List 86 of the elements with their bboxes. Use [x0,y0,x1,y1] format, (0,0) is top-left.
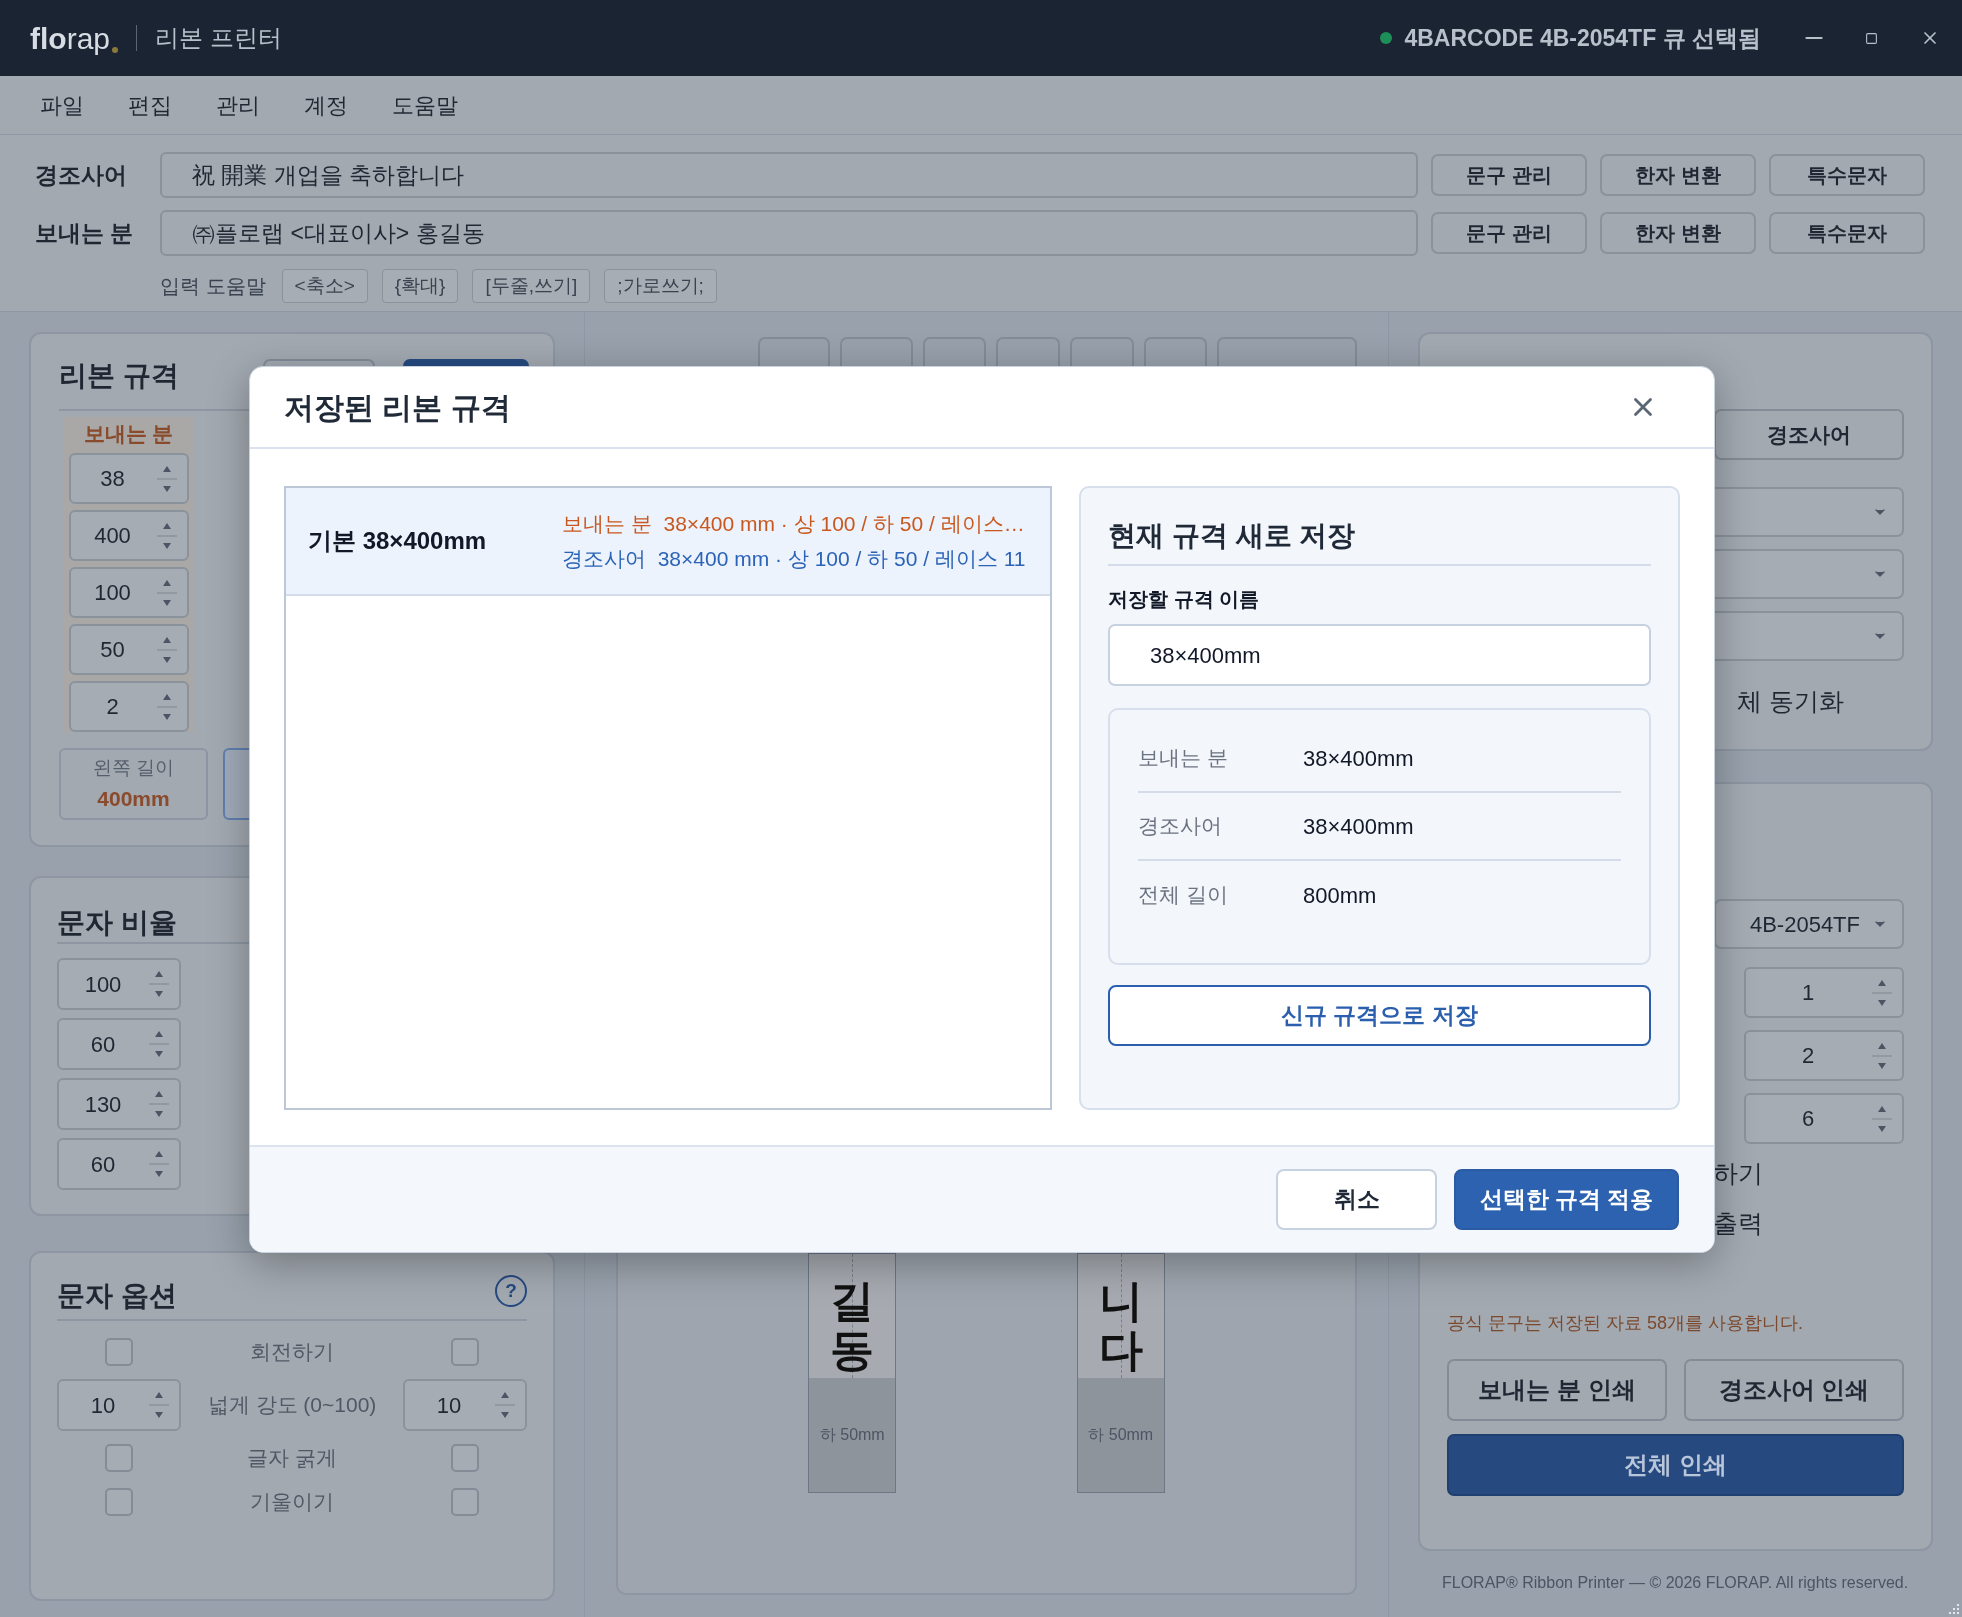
help-label: 입력 도움말 [160,274,266,299]
tool-button[interactable]: 특수문자 [1769,154,1925,196]
column-label: 보내는 분 [83,421,174,447]
number-field[interactable]: 60 [57,1138,181,1190]
panel-title: 문자 옵션 [57,1279,177,1313]
menu-item[interactable]: 도움말 [392,88,458,122]
save-new-button[interactable]: 신규 규격으로 저장 [1108,985,1651,1046]
preset-name: 기본 38×400mm [308,526,488,556]
card-title: 현재 규격 새로 저장 [1108,519,1356,553]
dropdown[interactable]: 4B-2054TF [1714,899,1904,949]
panel-title: 리본 규격 [59,359,179,393]
message-spec: 경조사어 38×400 mm · 상 100 / 하 50 / 레이스 11 [562,546,1026,572]
number-field[interactable]: 50 [68,624,189,675]
menu-item[interactable]: 편집 [128,88,172,122]
option-label: 기울이기 [249,1489,335,1516]
checkbox[interactable] [451,1444,479,1472]
printer-value: 4B-2054TF [1749,910,1860,939]
summary-value: 800mm [1303,881,1377,910]
length-value: 400mm [97,785,170,812]
option-label: 글자 굵게 [246,1445,338,1472]
summary-label: 경조사어 [1138,813,1223,840]
field-label: 보내는 분 [35,218,135,248]
number-field[interactable]: 60 [57,1018,181,1070]
number-field[interactable]: 100 [68,567,189,618]
footer-text: FLORAP® Ribbon Printer — © 2026 FLORAP. All rights reserved. [1442,1573,1909,1593]
summary-label: 전체 길이 [1138,882,1229,909]
number-field[interactable]: 10 [403,1379,527,1431]
name-field[interactable]: 38×400mm [1108,624,1651,686]
ribbon-text: 길동 [830,1277,875,1377]
summary-value: 38×400mm [1303,812,1414,841]
checkbox[interactable] [451,1488,479,1516]
text-field[interactable]: ㈜플로랩 <대표이사> 홍길동 [160,210,1418,256]
menu-item[interactable]: 관리 [216,88,260,122]
app-logo: florap [30,20,110,57]
number-field[interactable]: 130 [57,1078,181,1130]
ribbon-text: 니다 [1098,1277,1143,1377]
summary-value: 38×400mm [1303,744,1414,773]
checkbox[interactable] [105,1488,133,1516]
sync-label: 체 동기화 [1737,687,1844,715]
length-label: 왼쪽 길이 [92,756,175,780]
checkbox[interactable] [105,1338,133,1366]
text-field[interactable]: 祝 開業 개업을 축하합니다 [160,152,1418,198]
help-button[interactable]: ? [495,1275,527,1307]
syntax-chip[interactable]: <축소> [281,269,368,303]
tool-button[interactable]: 한자 변환 [1600,212,1756,254]
print-button[interactable]: 경조사어 인쇄 [1684,1359,1904,1421]
menu-item[interactable]: 파일 [40,88,84,122]
syntax-chip[interactable]: [두줄,쓰기] [472,269,591,303]
field-label: 저장할 규격 이름 [1108,587,1261,612]
option-label: 출력 [1713,1208,1764,1238]
maximize-icon[interactable] [1865,31,1878,45]
menu-item[interactable]: 계정 [304,88,348,122]
ribbon-margin-label: 하 50mm [819,1425,885,1445]
print-button[interactable]: 전체 인쇄 [1447,1434,1904,1496]
checkbox[interactable] [451,1338,479,1366]
option-label: 넓게 강도 (0~100) [206,1392,378,1419]
number-field[interactable]: 10 [57,1379,181,1431]
syntax-chip[interactable]: {확대} [381,269,459,303]
option-label: 회전하기 [249,1339,335,1366]
option-label: 하기 [1713,1158,1764,1188]
tool-button[interactable]: 문구 관리 [1431,154,1587,196]
dialog-button[interactable]: 선택한 규격 적용 [1454,1169,1679,1230]
tool-button[interactable]: 한자 변환 [1600,154,1756,196]
number-field[interactable]: 100 [57,958,181,1010]
number-field[interactable]: 38 [68,453,189,504]
print-button[interactable]: 보내는 분 인쇄 [1447,1359,1667,1421]
preset-row[interactable]: 기본 38×400mm 보내는 분 38×400 mm · 상 100 / 하 50 / 레이스… 경조사어 38×400 mm · 상 100 / 하 50 / 레이스 11 [286,488,1050,596]
number-field[interactable]: 2 [68,681,189,732]
checkbox[interactable] [105,1444,133,1472]
ribbon-margin-label: 하 50mm [1088,1425,1154,1445]
summary-label: 보내는 분 [1138,745,1229,772]
syntax-chip[interactable]: ;가로쓰기; [604,269,717,303]
data-note: 공식 문구는 저장된 자료 58개를 사용합니다. [1447,1312,1805,1335]
window-title: 리본 프린터 [155,23,282,53]
field-label: 경조사어 [35,160,128,190]
dialog-button[interactable]: 취소 [1276,1169,1437,1230]
tool-button[interactable]: 문구 관리 [1431,212,1587,254]
number-field[interactable]: 2 [1744,1030,1904,1081]
panel-title: 문자 비율 [57,907,177,938]
number-field[interactable]: 1 [1744,967,1904,1018]
dialog-title: 저장된 리본 규격 [284,389,511,426]
printer-status: 4BARCODE 4B-2054TF 큐 선택됨 [1404,23,1761,53]
number-field[interactable]: 400 [68,510,189,561]
number-field[interactable]: 6 [1744,1093,1904,1144]
tool-button[interactable]: 특수문자 [1769,212,1925,254]
sender-spec: 보내는 분 38×400 mm · 상 100 / 하 50 / 레이스… [562,510,1026,537]
